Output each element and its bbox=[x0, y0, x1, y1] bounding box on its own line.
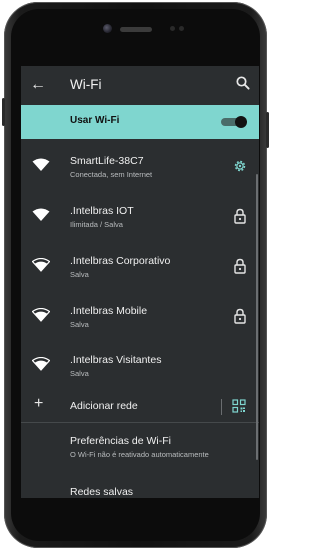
network-name: .Intelbras Visitantes bbox=[70, 354, 162, 366]
saved-networks-item[interactable]: Redes salvas bbox=[70, 486, 133, 498]
volume-button bbox=[2, 98, 5, 126]
gear-icon[interactable] bbox=[233, 158, 247, 174]
wifi-signal-high-icon bbox=[32, 258, 50, 272]
network-name: .Intelbras Corporativo bbox=[70, 255, 171, 267]
page-title: Wi-Fi bbox=[70, 77, 102, 92]
wifi-toggle-row[interactable]: Usar Wi-Fi bbox=[21, 105, 259, 139]
network-status: Ilimitada / Salva bbox=[70, 220, 123, 229]
light-sensor bbox=[179, 26, 184, 31]
proximity-sensor bbox=[170, 26, 175, 31]
wifi-signal-full-icon bbox=[32, 208, 50, 221]
plus-icon: + bbox=[34, 395, 44, 412]
search-icon[interactable] bbox=[235, 75, 251, 91]
wifi-preferences-item[interactable]: Preferências de Wi-Fi O Wi-Fi não é reat… bbox=[70, 435, 209, 459]
network-item[interactable]: .Intelbras Mobile Salva bbox=[21, 296, 259, 340]
network-item[interactable]: SmartLife-38C7 Conectada, sem Internet bbox=[21, 146, 259, 190]
wifi-signal-full-icon bbox=[32, 158, 50, 171]
network-name: .Intelbras IOT bbox=[70, 205, 134, 217]
switch-thumb bbox=[235, 116, 247, 128]
lock-icon bbox=[234, 258, 246, 274]
wifi-toggle-label: Usar Wi-Fi bbox=[70, 115, 120, 126]
network-item[interactable]: .Intelbras IOT Ilimitada / Salva bbox=[21, 196, 259, 240]
earpiece-speaker bbox=[120, 27, 152, 32]
front-camera bbox=[103, 24, 112, 33]
add-network-row[interactable]: + Adicionar rede bbox=[21, 394, 259, 418]
wifi-signal-high-icon bbox=[32, 357, 50, 371]
scrollbar[interactable] bbox=[256, 174, 258, 460]
network-item[interactable]: .Intelbras Corporativo Salva bbox=[21, 246, 259, 290]
vertical-divider bbox=[221, 399, 222, 415]
lock-icon bbox=[234, 208, 246, 224]
network-item[interactable]: .Intelbras Visitantes Salva bbox=[21, 345, 259, 389]
power-button bbox=[266, 112, 269, 148]
arrow-left-icon[interactable]: ← bbox=[30, 76, 46, 94]
qr-code-icon[interactable] bbox=[232, 399, 246, 413]
wifi-preferences-title: Preferências de Wi-Fi bbox=[70, 435, 171, 447]
wifi-signal-high-icon bbox=[32, 308, 50, 322]
section-divider bbox=[21, 422, 259, 423]
network-status: Conectada, sem Internet bbox=[70, 170, 153, 179]
add-network-label: Adicionar rede bbox=[70, 400, 138, 412]
network-status: Salva bbox=[70, 270, 89, 279]
lock-icon bbox=[234, 308, 246, 324]
network-name: SmartLife-38C7 bbox=[70, 155, 144, 167]
network-name: .Intelbras Mobile bbox=[70, 305, 148, 317]
network-status: Salva bbox=[70, 320, 89, 329]
wifi-preferences-subtitle: O Wi-Fi não é reativado automaticamente bbox=[70, 450, 209, 459]
wifi-settings-screen: ← Wi-Fi Usar Wi-Fi SmartLife-38C7 Conect… bbox=[21, 66, 259, 498]
app-bar: ← Wi-Fi bbox=[21, 66, 259, 104]
network-status: Salva bbox=[70, 369, 89, 378]
wifi-switch[interactable] bbox=[221, 116, 247, 128]
